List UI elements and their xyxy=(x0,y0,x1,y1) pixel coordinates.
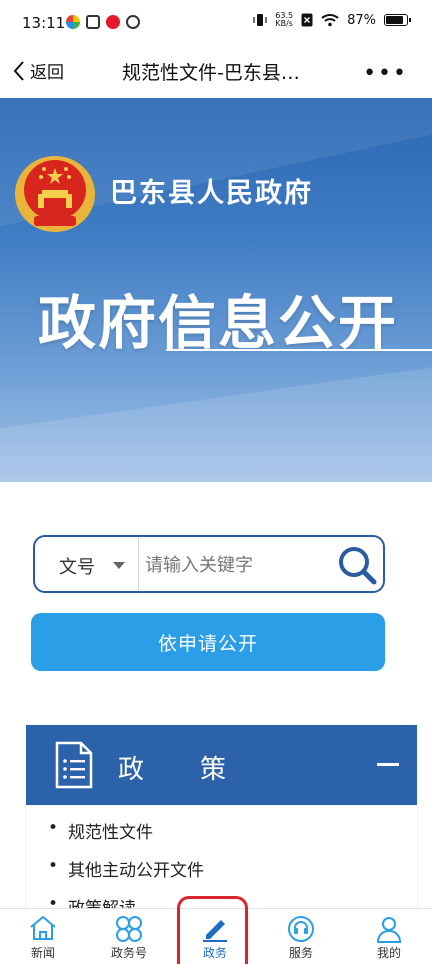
tab-label: 政务号 xyxy=(110,946,147,960)
back-label: 返回 xyxy=(30,63,64,83)
tab-mine[interactable]: 我的 xyxy=(349,909,429,965)
tab-label: 新闻 xyxy=(30,946,55,960)
home-icon xyxy=(30,915,56,940)
policy-section-title: 政策 xyxy=(118,755,283,785)
pen-icon xyxy=(203,920,227,942)
search-button[interactable] xyxy=(335,543,379,587)
app-notification-icon xyxy=(126,15,140,29)
page-title: 规范性文件-巴东县… xyxy=(122,62,300,84)
notification-icons xyxy=(66,15,140,29)
search-input[interactable] xyxy=(143,543,337,587)
chevron-left-icon xyxy=(13,60,24,81)
national-emblem-icon xyxy=(15,156,95,232)
tab-government-affairs[interactable]: 政务 xyxy=(175,909,255,965)
status-time: 13:11 xyxy=(22,14,66,32)
policy-item-normative-documents[interactable]: 规范性文件 xyxy=(48,818,153,843)
banner-underline xyxy=(166,349,432,351)
app-notification-icon xyxy=(66,15,80,29)
app-notification-icon xyxy=(86,15,100,29)
tab-news[interactable]: 新闻 xyxy=(3,909,83,965)
status-bar: 13:11 63.5 KB/s 87% xyxy=(0,0,432,44)
banner: 巴东县人民政府 政府信息公开 xyxy=(0,98,432,482)
tab-label: 政务 xyxy=(202,946,227,960)
banner-title: 政府信息公开 xyxy=(38,289,399,357)
search-icon xyxy=(339,547,377,585)
chevron-down-icon xyxy=(113,562,125,569)
status-right: 63.5 KB/s 87% xyxy=(253,11,411,28)
tab-gov-accounts[interactable]: 政务号 xyxy=(89,909,169,965)
net-speed: 63.5 KB/s xyxy=(275,11,294,28)
tab-label: 我的 xyxy=(376,946,401,960)
search-type-label: 文号 xyxy=(59,557,95,578)
battery-icon xyxy=(384,14,411,26)
policy-item-other-disclosures[interactable]: 其他主动公开文件 xyxy=(48,856,204,881)
bottom-tab-bar: 新闻 政务号 政务 服务 我的 xyxy=(0,908,432,964)
search-type-select[interactable]: 文号 xyxy=(35,537,138,591)
policy-section-header[interactable]: 政策 xyxy=(26,725,417,806)
wifi-icon xyxy=(321,14,339,27)
collapse-icon[interactable] xyxy=(377,763,399,766)
nav-bar: 返回 规范性文件-巴东县… ••• xyxy=(0,44,432,98)
document-icon xyxy=(55,741,93,789)
back-button[interactable]: 返回 xyxy=(12,58,64,83)
user-icon xyxy=(376,917,402,943)
apply-disclosure-button[interactable]: 依申请公开 xyxy=(31,613,385,671)
battery-percent: 87% xyxy=(347,12,376,28)
clover-icon xyxy=(116,916,142,942)
more-button[interactable]: ••• xyxy=(363,61,408,86)
policy-list: 规范性文件 其他主动公开文件 政策解读 xyxy=(26,806,417,919)
sim-icon xyxy=(301,13,313,27)
tab-services[interactable]: 服务 xyxy=(261,909,341,965)
government-name: 巴东县人民政府 xyxy=(110,178,313,209)
search-box: 文号 xyxy=(33,535,385,593)
weibo-icon xyxy=(106,15,120,29)
vibrate-icon xyxy=(253,14,267,26)
tab-label: 服务 xyxy=(288,946,313,960)
service-icon xyxy=(288,916,314,942)
